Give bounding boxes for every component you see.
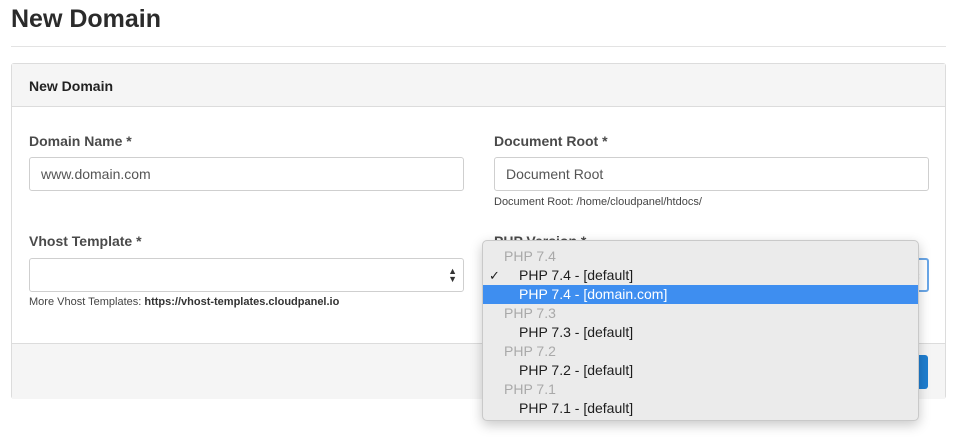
dropdown-option-label: PHP 7.4 - [default] [519, 267, 634, 283]
vhost-template-help: More Vhost Templates: https://vhost-temp… [29, 296, 339, 308]
dropdown-option[interactable]: ✓ PHP 7.4 - [default] [483, 266, 918, 285]
vhost-template-select[interactable]: ▲ ▼ [29, 258, 464, 292]
php-version-dropdown: PHP 7.4 ✓ PHP 7.4 - [default] PHP 7.4 - [do… [482, 240, 919, 421]
document-root-input[interactable] [494, 157, 929, 191]
dropdown-option[interactable]: PHP 7.3 - [default] [483, 323, 918, 342]
domain-name-input[interactable] [29, 157, 464, 191]
dropdown-option[interactable]: PHP 7.4 - [domain.com] [483, 285, 918, 304]
document-root-help: Document Root: /home/cloudpanel/htdocs/ [494, 196, 702, 208]
dropdown-group-label: PHP 7.2 [504, 343, 556, 359]
vhost-templates-link[interactable]: https://vhost-templates.cloudpanel.io [144, 296, 339, 308]
dropdown-option-label: PHP 7.3 - [default] [519, 324, 634, 340]
dropdown-group-label: PHP 7.1 [504, 381, 556, 397]
dropdown-option-label: PHP 7.1 - [default] [519, 400, 634, 416]
select-arrows-icon: ▲▼ [448, 266, 457, 284]
dropdown-option-label: PHP 7.4 - [domain.com] [519, 286, 668, 302]
vhost-help-prefix: More Vhost Templates: [29, 296, 145, 308]
document-root-label: Document Root * [494, 133, 608, 149]
dropdown-group-label: PHP 7.4 [504, 248, 556, 264]
domain-name-label: Domain Name * [29, 133, 132, 149]
dropdown-option[interactable]: PHP 7.1 - [default] [483, 399, 918, 418]
title-divider [11, 46, 946, 47]
dropdown-option-label: PHP 7.2 - [default] [519, 362, 634, 378]
vhost-template-label: Vhost Template * [29, 233, 142, 249]
dropdown-group-label: PHP 7.3 [504, 305, 556, 321]
card-header-title: New Domain [29, 78, 114, 94]
card-header: New Domain [12, 64, 945, 107]
checkmark-icon: ✓ [489, 268, 500, 283]
dropdown-option[interactable]: PHP 7.2 - [default] [483, 361, 918, 380]
page-title: New Domain [11, 5, 162, 33]
